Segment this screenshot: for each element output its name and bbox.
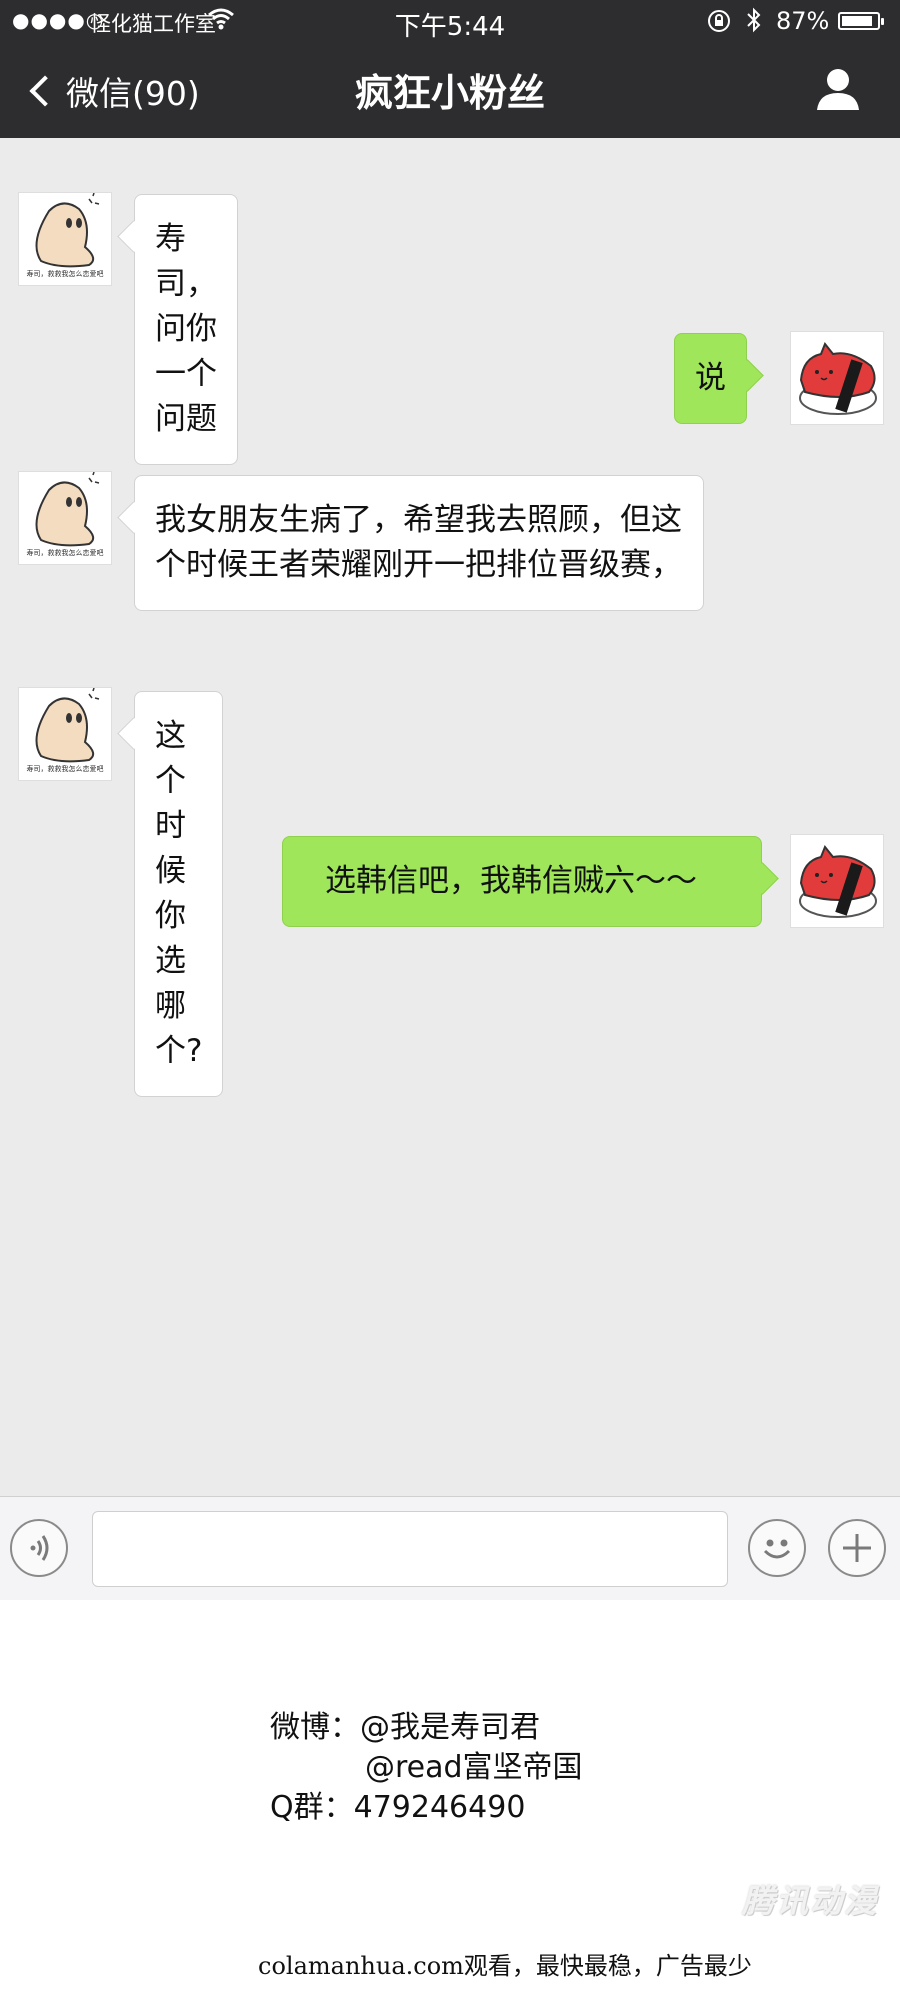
avatar-sushi-cat[interactable] xyxy=(790,834,884,928)
plus-icon xyxy=(843,1534,871,1562)
message-bubble[interactable]: 说 xyxy=(674,333,747,424)
input-bar xyxy=(0,1496,900,1600)
voice-icon xyxy=(30,1535,49,1561)
message-input[interactable] xyxy=(92,1511,728,1587)
battery-icon xyxy=(838,12,884,30)
avatar-caption: 寿司，救救我怎么恋爱吧 xyxy=(26,549,104,557)
potato-mascot-icon xyxy=(35,472,100,547)
credits: 微博：@我是寿司君 @read富坚帝国 Q群：479246490 xyxy=(270,1708,583,1828)
message-bubble[interactable]: 选韩信吧，我韩信贼六～～ xyxy=(282,836,762,927)
weibo-handle: @我是寿司君 xyxy=(360,1710,540,1745)
message-bubble[interactable]: 这个时候你选哪个? xyxy=(134,691,224,1097)
potato-mascot-icon xyxy=(35,193,100,268)
potato-mascot-icon xyxy=(35,688,100,763)
profile-button[interactable] xyxy=(814,66,862,116)
nav-bar: 微信(90) 疯狂小粉丝 xyxy=(0,42,900,138)
emoji-icon xyxy=(763,1539,791,1559)
avatar-potato[interactable]: 寿司，救救我怎么恋爱吧 xyxy=(18,471,112,565)
message-text: 寿司，问你一个问题 xyxy=(155,221,217,437)
footer: 微博：@我是寿司君 @read富坚帝国 Q群：479246490 腾讯动漫 co… xyxy=(0,1600,900,1998)
weibo-handle: @read富坚帝国 xyxy=(365,1750,583,1785)
message-text: 这个时候你选哪个? xyxy=(155,718,203,1069)
clock: 下午5:44 xyxy=(394,12,506,42)
qq-number: 479246490 xyxy=(353,1790,526,1825)
weibo-label: 微博： xyxy=(270,1710,360,1745)
message-bubble[interactable]: 我女朋友生病了，希望我去照顾，但这个时候王者荣耀刚开一把排位晋级赛， xyxy=(134,475,704,611)
qq-label: Q群： xyxy=(270,1790,354,1825)
avatar-sushi-cat[interactable] xyxy=(790,331,884,425)
sushi-cat-icon xyxy=(799,342,877,415)
message-text: 说 xyxy=(695,360,726,396)
avatar-potato[interactable]: 寿司，救救我怎么恋爱吧 xyxy=(18,192,112,286)
voice-button[interactable] xyxy=(10,1519,68,1577)
sushi-cat-icon xyxy=(799,845,877,918)
source-text: colamanhua.com观看，最快最稳，广告最少 xyxy=(258,1952,752,1980)
bluetooth-icon xyxy=(745,6,763,40)
message-bubble[interactable]: 寿司，问你一个问题 xyxy=(134,194,238,465)
message-text: 选韩信吧，我韩信贼六～～ xyxy=(325,863,697,899)
chat-title: 疯狂小粉丝 xyxy=(354,71,545,115)
chat-area[interactable]: 寿司，救救我怎么恋爱吧 寿司，问你一个问题 说 寿司，救救我怎么恋爱吧 我女朋友… xyxy=(0,138,900,1496)
status-bar: ●●●●○ 怪化猫工作室 下午5:44 87% xyxy=(0,0,900,42)
more-button[interactable] xyxy=(828,1519,886,1577)
person-icon xyxy=(817,69,859,110)
emoji-button[interactable] xyxy=(748,1519,806,1577)
avatar-caption: 寿司，救救我怎么恋爱吧 xyxy=(26,270,104,278)
message-text: 我女朋友生病了，希望我去照顾，但这个时候王者荣耀刚开一把排位晋级赛， xyxy=(155,502,682,583)
orientation-lock-icon xyxy=(706,8,732,40)
battery-percent: 87% xyxy=(776,7,830,35)
watermark-logo: 腾讯动漫 xyxy=(742,1882,879,1920)
avatar-caption: 寿司，救救我怎么恋爱吧 xyxy=(26,765,104,773)
avatar-potato[interactable]: 寿司，救救我怎么恋爱吧 xyxy=(18,687,112,781)
